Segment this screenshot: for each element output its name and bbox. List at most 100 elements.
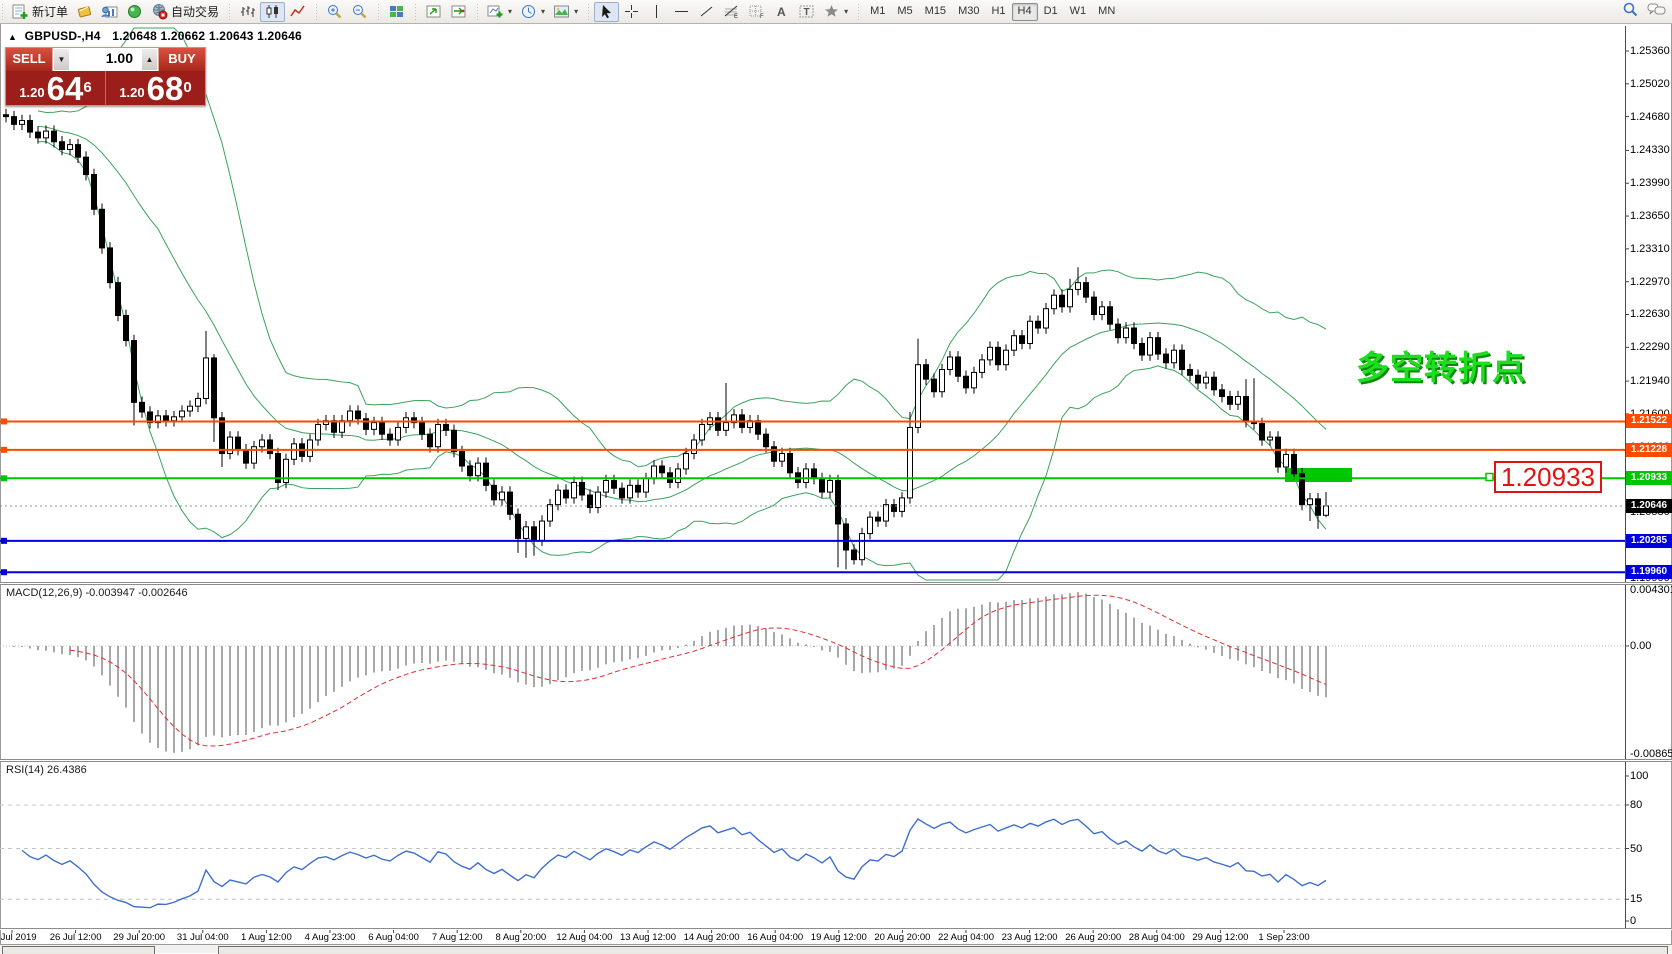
auto-arrange-button[interactable]: [421, 2, 446, 22]
profiles-button[interactable]: ▾: [516, 2, 549, 22]
price-line-badge: 1.21522: [1626, 414, 1672, 428]
zoom-out-button[interactable]: [347, 2, 372, 22]
chat-button[interactable]: [1647, 1, 1666, 23]
chevron-down-icon[interactable]: ▾: [844, 7, 848, 16]
timeframe-m15-label: M15: [925, 5, 946, 18]
toolbar-group-chart-type: [227, 0, 314, 24]
buy-button[interactable]: BUY: [158, 48, 205, 71]
tile-windows-button[interactable]: [384, 2, 409, 22]
bollinger-bands: [38, 28, 1326, 580]
fibonacci-button[interactable]: E: [719, 2, 744, 22]
window-tab-strip: [0, 944, 1672, 953]
timeframe-h1-label: H1: [991, 5, 1005, 18]
crosshair-button[interactable]: [619, 2, 644, 22]
toolbar-group-main: 新订单 自动交易: [0, 0, 227, 24]
market-watch-icon: [76, 3, 93, 20]
shapes-button[interactable]: ▾: [819, 2, 852, 22]
chart-canvas[interactable]: [0, 0, 1672, 953]
price-tick-label: 1.23650: [1630, 210, 1672, 222]
candlestick-button[interactable]: [260, 2, 285, 22]
chevron-down-icon[interactable]: ▾: [508, 7, 512, 16]
price-tick-label: 1.23310: [1630, 243, 1672, 255]
price-tick-label: 1.25360: [1630, 45, 1672, 57]
collapse-triangle-icon[interactable]: ▲: [8, 32, 17, 42]
turning-point-annotation[interactable]: 多空转折点: [1356, 341, 1526, 389]
chart-image-icon: [553, 3, 570, 20]
new-chart-button[interactable]: ▾: [483, 2, 516, 22]
track-chart-button[interactable]: [446, 2, 471, 22]
market-watch-button[interactable]: [72, 2, 97, 22]
macd-indicator-header: MACD(12,26,9) -0.003947 -0.002646: [6, 587, 188, 599]
price-level-label[interactable]: 1.20933: [1494, 461, 1602, 493]
new-chart-icon: [487, 3, 504, 20]
rsi-tick-label: 100: [1630, 770, 1672, 782]
time-axis-label: 28 Aug 04:00: [1129, 932, 1185, 943]
label-button[interactable]: T: [794, 2, 819, 22]
data-window-button[interactable]: [97, 2, 122, 22]
time-axis-label: 29 Jul 20:00: [113, 932, 165, 943]
ohlc-values: 1.20648 1.20662 1.20643 1.20646: [112, 29, 302, 43]
svg-text:A: A: [777, 5, 786, 19]
price-tick-label: 1.22630: [1630, 308, 1672, 320]
timeframe-mn[interactable]: MN: [1092, 3, 1121, 21]
sell-button[interactable]: SELL: [6, 48, 53, 71]
data-window-icon: [101, 3, 118, 20]
horizontal-line-button[interactable]: [669, 2, 694, 22]
trendline-button[interactable]: [694, 2, 719, 22]
time-axis-label: 20 Aug 20:00: [874, 932, 930, 943]
timeframe-m5-label: M5: [897, 5, 912, 18]
line-chart-icon: [289, 3, 306, 20]
bar-chart-button[interactable]: [235, 2, 260, 22]
timeframe-h1[interactable]: H1: [985, 3, 1011, 21]
volume-input[interactable]: 1.00: [70, 48, 141, 71]
toolbar-group-arrange: [413, 0, 475, 24]
search-button[interactable]: [1622, 1, 1639, 23]
horizontal-level-lines: [0, 418, 1625, 575]
time-axis-label: 6 Aug 04:00: [368, 932, 419, 943]
pane-divider-macd[interactable]: [0, 582, 1672, 585]
toolbar-group-layout: [376, 0, 413, 24]
one-click-trading-panel: SELL ▼ 1.00 ▲ BUY 1.20 64 6 1.20 68 0: [5, 47, 206, 106]
new-order-button-label: 新订单: [32, 3, 68, 20]
toolbar-group-zoom: [314, 0, 376, 24]
new-order-button[interactable]: 新订单: [8, 2, 72, 22]
timeframe-m30-label: M30: [958, 5, 979, 18]
autotrading-button[interactable]: 自动交易: [147, 2, 223, 22]
time-axis-label: 29 Aug 12:00: [1192, 932, 1248, 943]
timeframe-d1[interactable]: D1: [1038, 3, 1064, 21]
cursor-button[interactable]: [594, 2, 619, 22]
timeframe-m15[interactable]: M15: [919, 3, 952, 21]
bar-chart-icon: [239, 3, 256, 20]
timeframe-m5[interactable]: M5: [891, 3, 918, 21]
sell-price[interactable]: 1.20 64 6: [6, 71, 106, 106]
chart-image-button[interactable]: ▾: [549, 2, 582, 22]
timeframe-m30[interactable]: M30: [952, 3, 985, 21]
zoom-out-icon: [351, 3, 368, 20]
volume-increase-button[interactable]: ▲: [141, 48, 158, 71]
zoom-in-button[interactable]: [322, 2, 347, 22]
chevron-down-icon[interactable]: ▾: [574, 7, 578, 16]
macd-indicator: [0, 592, 1625, 753]
candlestick-icon: [264, 3, 281, 20]
timeframe-m1[interactable]: M1: [864, 3, 891, 21]
timeframe-m1-label: M1: [870, 5, 885, 18]
timeframe-h4[interactable]: H4: [1012, 3, 1038, 21]
vertical-line-button[interactable]: [644, 2, 669, 22]
shapes-icon: [823, 3, 840, 20]
timeframe-w1[interactable]: W1: [1064, 3, 1093, 21]
buy-price[interactable]: 1.20 68 0: [106, 71, 205, 106]
toolbar-group-timeframes: M1 M5 M15 M30 H1 H4D1W1MN: [856, 0, 1125, 24]
text-button[interactable]: A: [769, 2, 794, 22]
auto-arrange-icon: [425, 3, 442, 20]
navigator-button[interactable]: [122, 2, 147, 22]
line-chart-button[interactable]: [285, 2, 310, 22]
pane-divider-rsi[interactable]: [0, 759, 1672, 762]
candlestick-series: [4, 109, 1329, 569]
price-tick-label: 1.21940: [1630, 375, 1672, 387]
time-axis-label: 4 Aug 23:00: [305, 932, 356, 943]
time-axis-label: 8 Aug 20:00: [495, 932, 546, 943]
chevron-down-icon[interactable]: ▾: [541, 7, 545, 16]
grid-button[interactable]: F: [744, 2, 769, 22]
volume-decrease-button[interactable]: ▼: [53, 48, 70, 71]
toolbar-group-new-objects: ▾ ▾ ▾: [475, 0, 586, 24]
